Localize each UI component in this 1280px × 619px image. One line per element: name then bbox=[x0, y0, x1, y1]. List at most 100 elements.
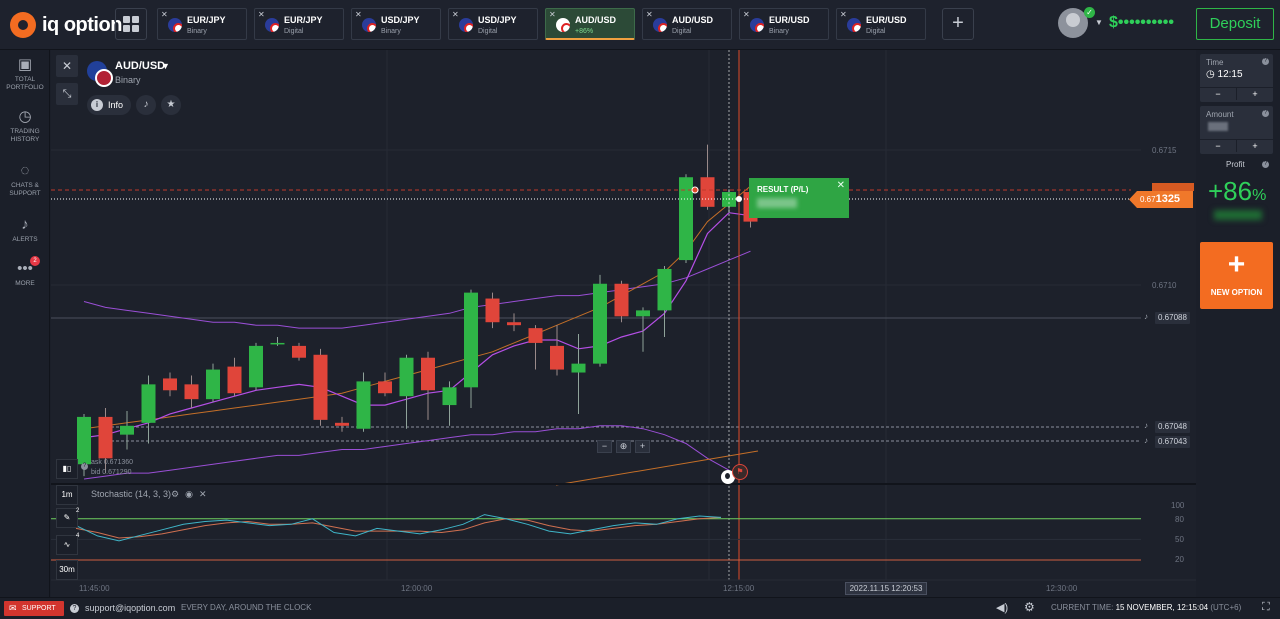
envelope-upper-line bbox=[83, 250, 751, 329]
candle-period-button[interactable]: 30m bbox=[56, 560, 78, 580]
drawing-tools-button[interactable]: ✎ bbox=[56, 508, 78, 528]
candle-body bbox=[378, 381, 392, 394]
time-value[interactable]: ◷ 12:15 bbox=[1206, 69, 1243, 80]
close-icon[interactable]: ✕ bbox=[837, 180, 845, 191]
sidebar-item-history[interactable]: ◷ TRADING HISTORY bbox=[0, 108, 50, 144]
info-button[interactable]: i Info bbox=[87, 95, 132, 115]
close-icon[interactable]: ✕ bbox=[161, 10, 168, 19]
asset-tab[interactable]: ✕ USD/JPY Binary bbox=[351, 8, 441, 40]
add-tab-button[interactable]: + bbox=[942, 8, 974, 40]
add-alert-button[interactable]: ♪ bbox=[136, 95, 156, 115]
stoch-level-label: 50 bbox=[1175, 535, 1184, 544]
asset-tab-active[interactable]: ✕ AUD/USD +86% bbox=[545, 8, 635, 40]
logo[interactable]: iq option bbox=[10, 12, 122, 38]
alert-price-tag[interactable]: 0.67043 bbox=[1155, 436, 1190, 448]
asset-tab[interactable]: ✕ EUR/JPY Digital bbox=[254, 8, 344, 40]
zoom-out-button[interactable]: − bbox=[597, 440, 612, 453]
verified-check-icon: ✓ bbox=[1084, 7, 1095, 18]
tab-name: AUD/USD bbox=[672, 15, 714, 25]
drawing-count: 2 bbox=[76, 508, 80, 514]
result-title: RESULT (P/L) bbox=[757, 185, 809, 194]
gear-icon[interactable]: ⚙ bbox=[1024, 600, 1035, 614]
timeframe-button[interactable]: 1m bbox=[56, 485, 78, 505]
close-icon[interactable]: ✕ bbox=[56, 55, 78, 77]
price-chart[interactable] bbox=[51, 50, 1196, 597]
stoch-level-label: 100 bbox=[1171, 501, 1185, 510]
result-popup[interactable]: RESULT (P/L) ✕ bbox=[749, 178, 849, 218]
asset-tab[interactable]: ✕ EUR/JPY Binary bbox=[157, 8, 247, 40]
bell-icon[interactable]: ♪ bbox=[1144, 312, 1148, 321]
collapse-icon[interactable]: ⤡ bbox=[56, 83, 78, 105]
help-icon[interactable]: ? bbox=[1262, 161, 1269, 168]
close-icon[interactable]: ✕ bbox=[199, 489, 213, 499]
increase-amount-button[interactable]: + bbox=[1237, 139, 1273, 152]
aud-usd-flag-icon bbox=[87, 61, 113, 87]
alert-price-tag[interactable]: 0.67088 bbox=[1155, 312, 1190, 324]
stoch-d-line bbox=[75, 516, 722, 539]
help-icon[interactable]: ? bbox=[1262, 110, 1269, 117]
chart-type-button[interactable]: ▮▯ bbox=[56, 459, 78, 479]
decrease-amount-button[interactable]: − bbox=[1200, 139, 1237, 152]
bell-icon[interactable]: ♪ bbox=[1144, 421, 1148, 430]
asset-title[interactable]: AUD/USD bbox=[115, 60, 165, 72]
sidebar-item-portfolio[interactable]: ▣ TOTAL PORTFOLIO bbox=[0, 56, 50, 92]
chart-area[interactable]: ✕ ⤡ AUD/USD ▼ Binary i Info ♪ ★ 0.6715 0… bbox=[51, 50, 1196, 597]
close-icon[interactable]: ✕ bbox=[549, 10, 556, 19]
sidebar-item-more[interactable]: ••• 2 MORE bbox=[0, 256, 50, 288]
asset-tab[interactable]: ✕ AUD/USD Digital bbox=[642, 8, 732, 40]
grid-icon[interactable] bbox=[115, 8, 147, 40]
center-chart-button[interactable]: ⊕ bbox=[616, 440, 631, 453]
asset-tab[interactable]: ✕ EUR/USD Binary bbox=[739, 8, 829, 40]
candle-body bbox=[528, 328, 543, 343]
eye-icon[interactable]: ◉ bbox=[185, 489, 199, 499]
asset-tab[interactable]: ✕ USD/JPY Digital bbox=[448, 8, 538, 40]
deposit-button[interactable]: Deposit bbox=[1196, 8, 1274, 40]
help-icon[interactable]: ? bbox=[81, 463, 88, 470]
sidebar-item-label: ALERTS bbox=[12, 236, 38, 243]
zoom-in-button[interactable]: + bbox=[635, 440, 650, 453]
support-button[interactable]: SUPPORT bbox=[4, 601, 64, 616]
trade-panel: Time ? ◷ 12:15 − + Amount ? − + Profit ? +… bbox=[1196, 50, 1280, 597]
candle-body bbox=[442, 387, 457, 406]
decrease-time-button[interactable]: − bbox=[1200, 87, 1237, 100]
time-selector[interactable]: Time ? ◷ 12:15 − + bbox=[1200, 54, 1273, 102]
favorite-button[interactable]: ★ bbox=[161, 95, 181, 115]
tab-type: Digital bbox=[672, 28, 692, 35]
close-icon[interactable]: ✕ bbox=[646, 10, 653, 19]
flag-icon bbox=[168, 18, 182, 32]
asset-tab[interactable]: ✕ EUR/USD Digital bbox=[836, 8, 926, 40]
current-point bbox=[736, 196, 742, 202]
close-icon[interactable]: ✕ bbox=[355, 10, 362, 19]
volume-icon[interactable]: ◀) bbox=[996, 601, 1008, 614]
amount-selector[interactable]: Amount ? − + bbox=[1200, 106, 1273, 154]
bell-icon[interactable]: ♪ bbox=[1144, 436, 1148, 445]
candle-body bbox=[614, 283, 629, 317]
amount-value-hidden[interactable] bbox=[1208, 122, 1228, 131]
stochastic-label: Stochastic (14, 3, 3) bbox=[91, 489, 172, 499]
candle-body bbox=[421, 357, 435, 391]
fullscreen-icon[interactable]: ⛶ bbox=[1262, 601, 1270, 614]
indicators-button[interactable]: ∿ bbox=[56, 535, 78, 555]
sidebar-item-alerts[interactable]: ♪ ALERTS bbox=[0, 216, 50, 244]
increase-time-button[interactable]: + bbox=[1237, 87, 1273, 100]
close-icon[interactable]: ✕ bbox=[258, 10, 265, 19]
chevron-down-icon[interactable]: ▼ bbox=[161, 61, 170, 71]
chevron-down-icon[interactable]: ▼ bbox=[1095, 18, 1103, 27]
tab-type: Binary bbox=[187, 28, 207, 35]
alert-price-tag[interactable]: 0.67048 bbox=[1155, 421, 1190, 433]
new-option-button[interactable]: + NEW OPTION bbox=[1200, 242, 1273, 309]
support-email[interactable]: ? support@iqoption.com bbox=[70, 603, 175, 613]
close-icon[interactable]: ✕ bbox=[743, 10, 750, 19]
help-icon[interactable]: ? bbox=[1262, 58, 1269, 65]
sidebar-item-chats[interactable]: ◌ CHATS & SUPPORT bbox=[0, 162, 50, 198]
tab-profit: +86% bbox=[575, 28, 594, 35]
close-icon[interactable]: ✕ bbox=[840, 10, 847, 19]
expiration-flag-icon[interactable]: ⚑ bbox=[732, 464, 748, 480]
candle-body bbox=[227, 366, 242, 394]
balance-display[interactable]: $•••••••••• bbox=[1109, 14, 1174, 32]
profit-number: +86 bbox=[1208, 176, 1253, 206]
tab-name: EUR/USD bbox=[769, 15, 810, 25]
close-icon[interactable]: ✕ bbox=[452, 10, 459, 19]
gear-icon[interactable]: ⚙ bbox=[171, 489, 185, 499]
bottom-bar: SUPPORT ? support@iqoption.com EVERY DAY… bbox=[0, 597, 1280, 619]
